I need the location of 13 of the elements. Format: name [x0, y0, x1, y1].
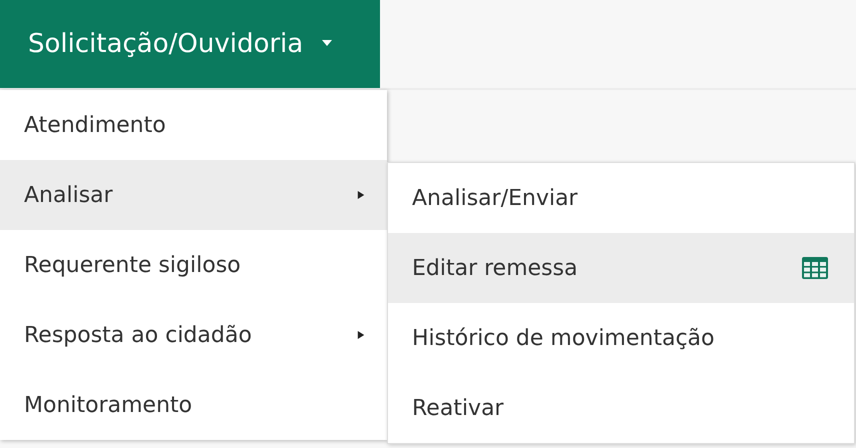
menu-item[interactable]: Resposta ao cidadão [0, 300, 387, 370]
submenu-item[interactable]: Reativar [388, 373, 854, 443]
menu-item[interactable]: Analisar [0, 160, 387, 230]
menu-item[interactable]: Atendimento [0, 90, 387, 160]
caret-right-icon [357, 329, 365, 341]
submenu-item[interactable]: Histórico de movimentação [388, 303, 854, 373]
submenu-item[interactable]: Analisar/Enviar [388, 163, 854, 233]
menu-item[interactable]: Monitoramento [0, 370, 387, 440]
table-icon [802, 257, 828, 279]
menu-item[interactable]: Requerente sigiloso [0, 230, 387, 300]
menu-tab[interactable]: Solicitação/Ouvidoria [0, 0, 380, 88]
submenu-item[interactable]: Editar remessa [388, 233, 854, 303]
caret-right-icon [357, 189, 365, 201]
